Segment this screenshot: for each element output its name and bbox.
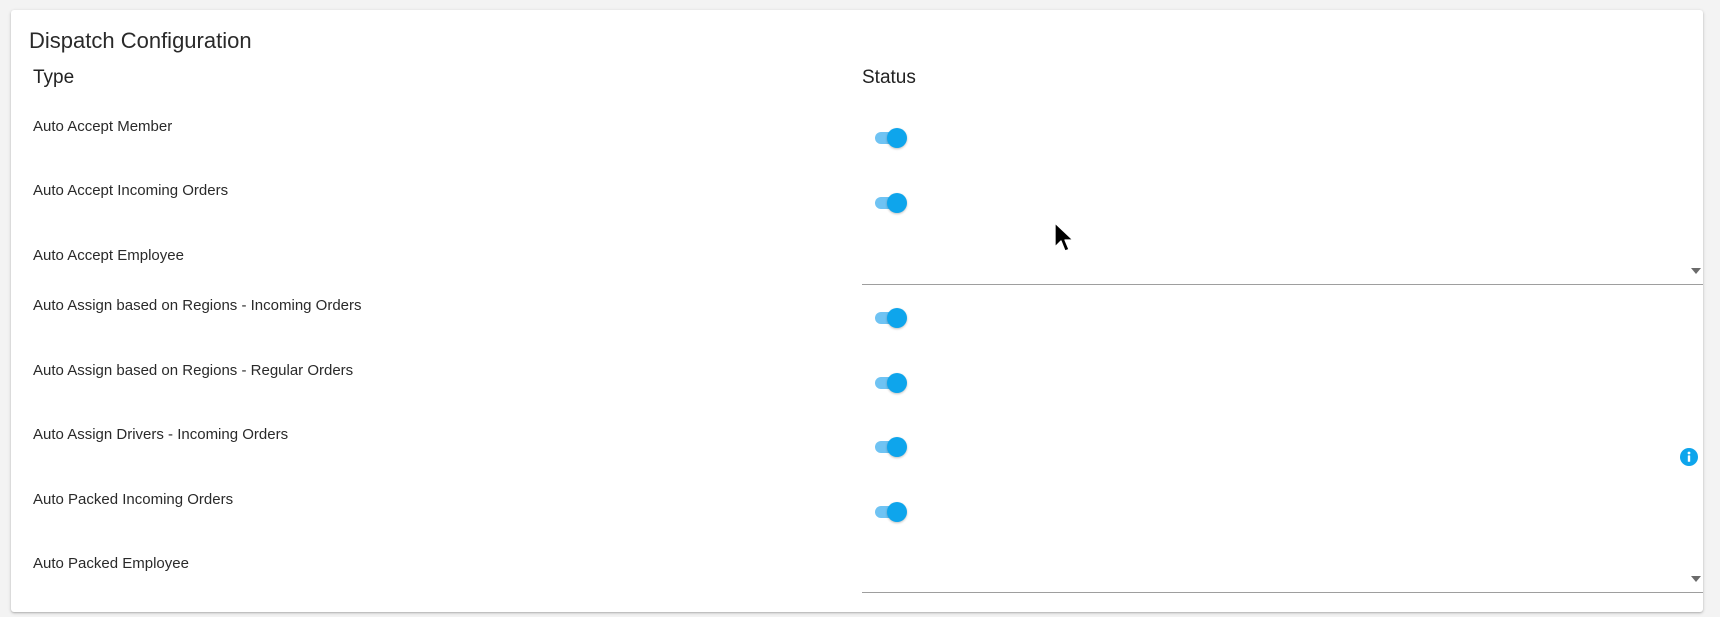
auto-accept-incoming-orders-toggle[interactable] (874, 192, 908, 214)
toggle-thumb (887, 308, 907, 328)
toggle-thumb (887, 373, 907, 393)
row-label-auto-packed-employee: Auto Packed Employee (33, 555, 189, 572)
type-column-header: Type (33, 67, 75, 88)
row-label-auto-packed-incoming-orders: Auto Packed Incoming Orders (33, 491, 234, 508)
chevron-down-icon (1691, 268, 1701, 274)
chevron-down-icon (1691, 576, 1701, 582)
row-label-auto-assign-drivers-incoming: Auto Assign Drivers - Incoming Orders (33, 426, 289, 443)
dispatch-configuration-card: Dispatch Configuration Type Status Auto … (11, 10, 1703, 612)
row-label-auto-accept-employee: Auto Accept Employee (33, 247, 184, 264)
auto-accept-member-toggle[interactable] (874, 127, 908, 149)
auto-assign-regions-incoming-toggle[interactable] (874, 307, 908, 329)
row-label-auto-accept-member: Auto Accept Member (33, 118, 173, 135)
toggle-thumb (887, 128, 907, 148)
auto-packed-employee-select[interactable] (862, 556, 1703, 593)
row-label-auto-assign-regions-regular: Auto Assign based on Regions - Regular O… (33, 362, 354, 379)
auto-packed-incoming-orders-toggle[interactable] (874, 501, 908, 523)
status-column-header: Status (862, 67, 916, 88)
page-title: Dispatch Configuration (29, 28, 252, 53)
row-label-auto-assign-regions-incoming: Auto Assign based on Regions - Incoming … (33, 297, 362, 314)
toggle-thumb (887, 193, 907, 213)
toggle-thumb (887, 437, 907, 457)
auto-assign-regions-regular-toggle[interactable] (874, 372, 908, 394)
auto-assign-drivers-incoming-toggle[interactable] (874, 436, 908, 458)
row-label-auto-accept-incoming-orders: Auto Accept Incoming Orders (33, 182, 229, 199)
toggle-thumb (887, 502, 907, 522)
auto-accept-employee-select[interactable] (862, 248, 1703, 285)
info-icon[interactable] (1680, 448, 1698, 466)
